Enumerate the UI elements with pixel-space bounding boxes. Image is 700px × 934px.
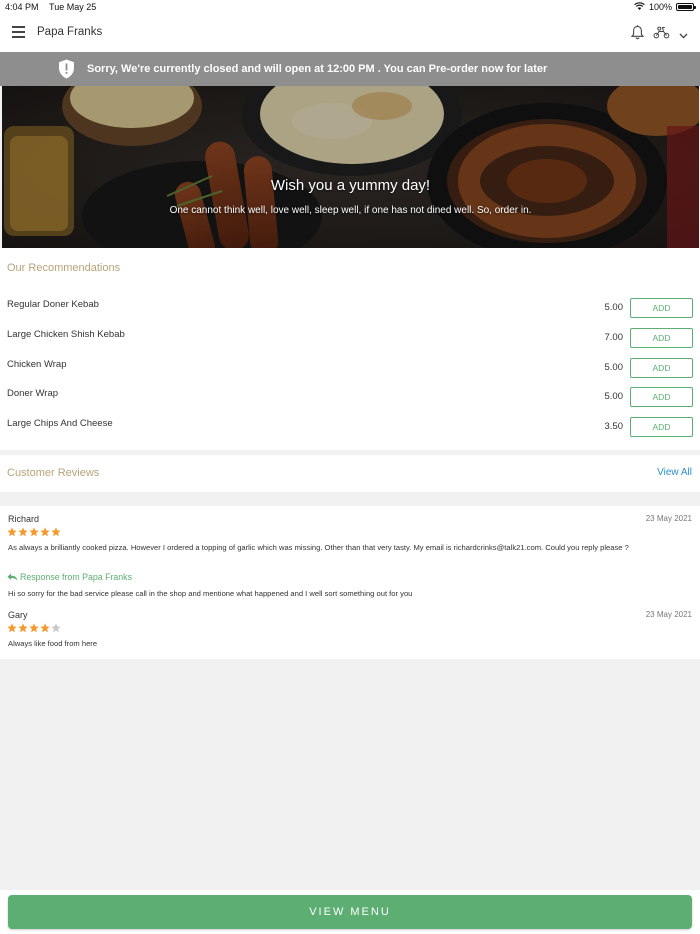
hero-subtitle: One cannot think well, love well, sleep … (169, 205, 532, 216)
star-icon (40, 527, 50, 537)
hero-banner: Wish you a yummy day! One cannot think w… (2, 86, 699, 248)
star-icon (29, 623, 39, 633)
battery-percent: 100% (648, 2, 672, 12)
view-menu-button[interactable]: VIEW MENU (8, 895, 692, 929)
review-text: As always a brilliantly cooked pizza. Ho… (8, 543, 629, 552)
review-text: Always like food from here (8, 639, 98, 648)
reviewer-name: Richard (8, 514, 40, 524)
reviews-list: Richard 23 May 2021 As always a brillian… (0, 506, 700, 659)
store-name: Papa Franks (37, 26, 103, 38)
response-text: Hi so sorry for the bad service please c… (8, 589, 413, 598)
item-name: Large Chicken Shish Kebab (7, 328, 125, 340)
item-name: Doner Wrap (7, 388, 59, 400)
reviewer-name: Gary (8, 610, 28, 620)
star-icon (51, 527, 61, 537)
hero-food-image (2, 86, 699, 248)
owner-response-label: Response from Papa Franks (7, 572, 132, 582)
item-name: Regular Doner Kebab (7, 299, 99, 310)
recommendation-item: Large Chicken Shish Kebab 7.00 ADD (0, 322, 700, 352)
status-bar: 4:04 PM Tue May 25 100% (0, 0, 700, 14)
review-date: 23 May 2021 (645, 610, 692, 619)
star-icon (29, 527, 39, 537)
star-icon (7, 623, 17, 633)
star-icon (51, 623, 61, 633)
menu-icon[interactable] (12, 26, 25, 38)
item-name: Chicken Wrap (7, 358, 67, 370)
shield-alert-icon (58, 59, 75, 84)
recommendations-title: Our Recommendations (7, 262, 121, 274)
recommendation-item: Large Chips And Cheese 3.50 ADD (0, 411, 700, 441)
view-all-link[interactable]: View All (657, 467, 692, 478)
wifi-icon (634, 2, 645, 12)
star-icon (18, 527, 28, 537)
closed-banner: Sorry, We're currently closed and will o… (0, 52, 700, 86)
item-price: 7.00 (604, 331, 624, 343)
star-rating (7, 623, 61, 633)
add-button[interactable]: ADD (630, 298, 693, 318)
review-date: 23 May 2021 (645, 514, 692, 523)
recommendations-section: Our Recommendations Regular Doner Kebab … (0, 248, 700, 450)
bell-icon[interactable] (630, 25, 645, 45)
closed-message: Sorry, We're currently closed and will o… (87, 63, 548, 75)
item-price: 5.00 (604, 361, 624, 373)
add-button[interactable]: ADD (630, 357, 693, 378)
bottom-bar: VIEW MENU (0, 890, 700, 934)
status-date: Tue May 25 (49, 2, 97, 12)
star-icon (7, 527, 17, 537)
add-button[interactable]: ADD (630, 417, 693, 438)
star-icon (18, 623, 28, 633)
item-price: 5.00 (604, 302, 624, 313)
item-price: 5.00 (604, 391, 624, 403)
add-button[interactable]: ADD (630, 327, 693, 348)
battery-icon (676, 3, 696, 11)
reviews-title: Customer Reviews (7, 467, 100, 479)
app-header: Papa Franks (0, 14, 700, 52)
scooter-icon[interactable] (653, 26, 670, 44)
reply-icon (7, 573, 18, 581)
recommendation-item: Doner Wrap 5.00 ADD (0, 381, 700, 411)
recommendation-item: Regular Doner Kebab 5.00 ADD (0, 292, 700, 322)
chevron-down-icon[interactable] (679, 26, 688, 44)
recommendation-item: Chicken Wrap 5.00 ADD (0, 352, 700, 382)
star-rating (7, 527, 61, 537)
response-label-text: Response from Papa Franks (20, 572, 132, 582)
reviews-header: Customer Reviews View All (0, 455, 700, 492)
hero-title: Wish you a yummy day! (270, 177, 431, 194)
recommendations-list: Regular Doner Kebab 5.00 ADD Large Chick… (0, 292, 700, 441)
star-icon (40, 623, 50, 633)
add-button[interactable]: ADD (630, 387, 693, 408)
item-name: Large Chips And Cheese (7, 418, 113, 430)
item-price: 3.50 (604, 421, 624, 433)
status-time: 4:04 PM (5, 2, 39, 12)
